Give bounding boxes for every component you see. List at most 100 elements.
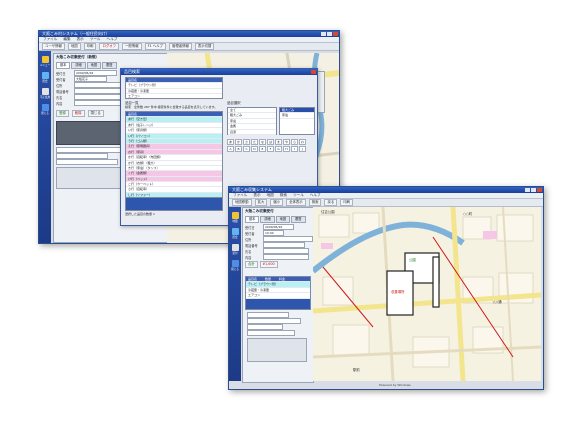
menu-edit[interactable]: 編集	[63, 37, 70, 42]
kana-key[interactable]: た	[251, 139, 258, 145]
content-field[interactable]	[263, 254, 309, 260]
alpha-key[interactable]: I	[291, 146, 298, 152]
map-move-button[interactable]: 地図移動	[232, 199, 252, 206]
dialog-selected-area[interactable]	[125, 197, 223, 211]
close-icon[interactable]	[311, 70, 316, 74]
alpha-key[interactable]: H	[283, 146, 290, 152]
exit-icon[interactable]	[231, 260, 239, 267]
close-icon[interactable]	[537, 188, 542, 192]
tab-map[interactable]: 地図	[275, 216, 291, 223]
kana-key[interactable]: わ	[299, 139, 306, 145]
map-icon[interactable]	[231, 212, 239, 219]
tab-basic[interactable]: 基本	[245, 216, 260, 223]
maximize-icon[interactable]	[531, 188, 536, 192]
close-button[interactable]: 閉じる	[87, 110, 104, 117]
menu-tools[interactable]: ツール	[90, 37, 101, 42]
subcategory-list[interactable]: 粗大ごみ 家電	[279, 107, 315, 135]
warning-icon[interactable]	[41, 88, 49, 95]
maximize-icon[interactable]	[327, 32, 332, 36]
menu-view[interactable]: 表示	[77, 37, 84, 42]
field-label: 受付者	[56, 77, 66, 82]
win2-side-label: 照会	[232, 236, 238, 239]
win2-side-label: 受付	[232, 252, 238, 255]
minimize-icon[interactable]	[321, 32, 326, 36]
toolbar-admin-button[interactable]: 管理者情報	[168, 43, 192, 50]
kana-key[interactable]: な	[259, 139, 266, 145]
dialog-title: 品目検索	[124, 69, 140, 74]
menu-tools[interactable]: ツール	[293, 193, 304, 198]
kana-key[interactable]: さ	[243, 139, 250, 145]
tab-history[interactable]: 履歴	[102, 62, 117, 69]
toolbar-help-button[interactable]: F1 ヘルプ	[144, 43, 166, 50]
kana-key[interactable]: は	[267, 139, 274, 145]
menu-file[interactable]: ファイル	[43, 37, 57, 42]
tab-basic[interactable]: 基本	[56, 62, 71, 69]
minimize-icon[interactable]	[525, 188, 530, 192]
win1-toolbar: ユーザ情報 地図 印刷 ログオフ 一般情報 F1 ヘルプ 管理者情報 表示切替	[39, 43, 339, 51]
extra-field[interactable]	[56, 159, 118, 165]
alpha-key[interactable]: G	[275, 146, 282, 152]
alpha-key[interactable]: B	[235, 146, 242, 152]
search-button[interactable]: 検索	[308, 199, 322, 206]
delete-button[interactable]: 削除	[71, 110, 85, 117]
win2-memo-area[interactable]	[247, 338, 307, 362]
tab-history[interactable]: 履歴	[291, 216, 306, 223]
toolbar-logoff-button[interactable]: ログオフ	[99, 43, 120, 50]
win2-lower-fields	[245, 312, 309, 362]
back-button[interactable]: 戻る	[324, 199, 338, 206]
subcategory-option[interactable]: 家電	[280, 113, 314, 119]
toolbar-user-button[interactable]: ユーザ情報	[42, 43, 65, 50]
register-button[interactable]: 登録	[56, 110, 69, 117]
alpha-key[interactable]: D	[251, 146, 258, 152]
kana-key[interactable]: や	[283, 139, 290, 145]
dialog-window-controls	[311, 70, 316, 74]
alpha-key[interactable]: C	[243, 146, 250, 152]
win2-sidebar: 地図 照会 受付 閉じる	[229, 207, 241, 381]
toolbar-switch-button[interactable]: 表示切替	[194, 43, 215, 50]
map-label-park: 住吉公園	[321, 210, 335, 214]
alpha-key[interactable]: A	[227, 146, 234, 152]
alpha-key[interactable]: J	[299, 146, 306, 152]
form-row	[245, 330, 309, 336]
kana-key[interactable]: か	[235, 139, 242, 145]
menu-icon[interactable]	[41, 56, 49, 63]
dialog-item-list[interactable]: 品目名 あ行（空き缶） あ行（電子レンジ） い行（家具類） い行（パソコン） う…	[125, 111, 223, 210]
win2-map[interactable]: 住吉公園 ○○町 △△通 公園 駅前 収集場所	[313, 207, 541, 381]
total-value: ¥1,000	[259, 261, 278, 268]
tab-detail[interactable]: 詳細	[260, 216, 275, 223]
toolbar-general-button[interactable]: 一般情報	[122, 43, 142, 50]
list-item[interactable]: エアコン	[126, 94, 222, 100]
win2-item-table[interactable]: 品目名 数量 料金 テレビ（ブラウン管） 冷蔵庫・冷凍庫 エアコン	[245, 276, 311, 310]
win2-window-controls	[525, 188, 542, 192]
menu-file[interactable]: ファイル	[233, 193, 247, 198]
print-button[interactable]: 印刷	[340, 199, 354, 206]
win1-side-label: 閉じる	[41, 112, 49, 115]
menu-search[interactable]: 検索	[280, 193, 287, 198]
category-list[interactable]: 全て 粗大ごみ 家電 金属 資源	[227, 107, 277, 135]
toolbar-print-button[interactable]: 印刷	[83, 43, 97, 50]
fit-all-button[interactable]: 全体表示	[286, 199, 306, 206]
category-option[interactable]: 資源	[228, 130, 276, 135]
zoom-out-button[interactable]: 縮小	[270, 199, 284, 206]
alpha-key[interactable]: E	[259, 146, 266, 152]
close-icon[interactable]	[333, 32, 338, 36]
menu-help[interactable]: ヘルプ	[107, 37, 118, 42]
menu-view[interactable]: 表示	[253, 193, 260, 198]
toolbar-map-button[interactable]: 地図	[67, 43, 81, 50]
document-icon[interactable]	[231, 244, 239, 251]
kana-key[interactable]: ま	[275, 139, 282, 145]
dialog-top-list[interactable]: 品目名 テレビ（ブラウン管） 冷蔵庫・冷凍庫 エアコン	[125, 77, 223, 100]
kana-key[interactable]: あ	[227, 139, 234, 145]
alpha-key[interactable]: F	[267, 146, 274, 152]
search-icon[interactable]	[231, 228, 239, 235]
zoom-in-button[interactable]: 拡大	[254, 199, 268, 206]
win2: 大阪こみ収集システム ファイル 表示 地図 検索 ツール ヘルプ 地図移動 拡大…	[228, 186, 544, 390]
tab-detail[interactable]: 詳細	[71, 62, 86, 69]
search-icon[interactable]	[41, 72, 49, 79]
kana-key[interactable]: ら	[291, 139, 298, 145]
menu-map[interactable]: 地図	[267, 193, 274, 198]
tab-map[interactable]: 地図	[86, 62, 102, 69]
exit-icon[interactable]	[41, 104, 49, 111]
extra-field[interactable]	[247, 330, 295, 336]
menu-help[interactable]: ヘルプ	[310, 193, 321, 198]
